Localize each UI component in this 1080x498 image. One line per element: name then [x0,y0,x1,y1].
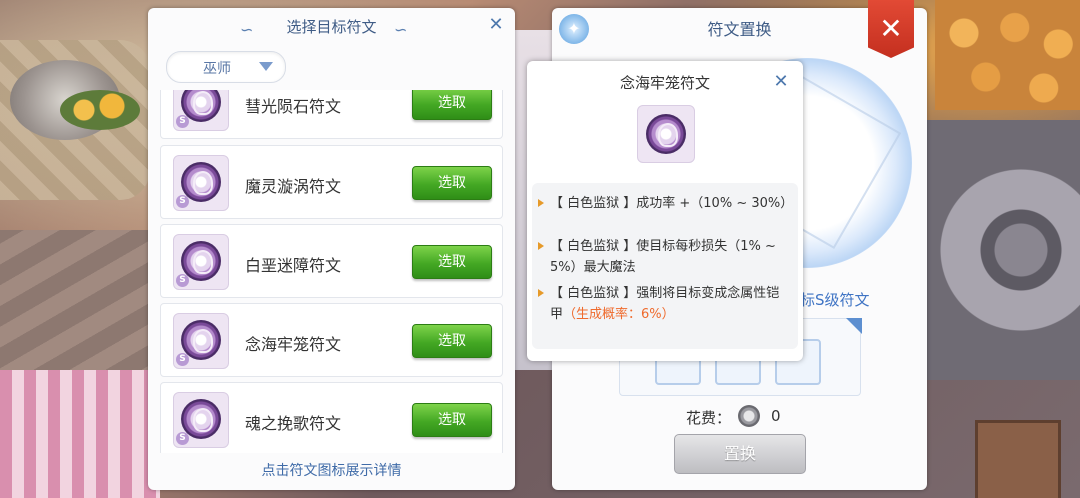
effect-item: 【 白色监狱 】成功率 +（10% ~ 30%） [538,193,793,214]
list-item: S 魔灵漩涡符文 选取 [160,145,503,219]
chance-highlight: （生成概率：6%） [563,307,675,322]
rune-emblem-icon [646,114,686,154]
rune-name: 白垩迷障符文 [245,256,342,275]
striped-awning [0,370,160,498]
close-banner-button[interactable]: ✕ [868,0,914,58]
rune-detail-popup: 念海牢笼符文 ✕ 【 白色监狱 】成功率 +（10% ~ 30%） 【 白色监狱… [527,61,803,361]
target-rune-label: 标S级符文 [800,291,870,309]
rune-icon[interactable]: S [173,313,229,369]
select-button[interactable]: 选取 [412,245,492,279]
select-button[interactable]: 选取 [412,90,492,120]
grade-badge: S [176,274,189,287]
rune-icon[interactable]: S [173,392,229,448]
effect-item: 【 白色监狱 】使目标每秒损失（1% ~ 5%）最大魔法 [538,236,790,278]
grade-badge: S [176,195,189,208]
wooden-crate [975,420,1061,498]
grade-badge: S [176,353,189,366]
close-icon[interactable]: ✕ [771,72,791,92]
rune-icon [637,105,695,163]
rune-name: 念海牢笼符文 [245,335,342,354]
mechanical-gear [925,120,1080,380]
chevron-down-icon [259,62,273,71]
cobblestone-road [0,230,160,380]
select-target-rune-panel: ∽ 选择目标符文 ∽ ✕ 巫师 S 彗光陨石符文 选取 S 魔灵漩涡符文 选取 … [148,8,515,490]
list-item: S 魂之挽歌符文 选取 [160,382,503,453]
panel-title: 选择目标符文 [286,18,377,36]
select-button[interactable]: 选取 [412,166,492,200]
tiled-roof [935,0,1080,110]
rune-name: 彗光陨石符文 [245,97,342,116]
grade-badge: S [176,432,189,445]
footer-hint: 点击符文图标展示详情 [261,463,402,479]
swirl-ornament-icon: ∽ [394,20,408,39]
select-button[interactable]: 选取 [412,324,492,358]
cost-label: 花费： [686,409,732,427]
flower-bed [60,90,140,130]
rune-icon[interactable]: S [173,90,229,131]
cost-value: 0 [771,407,781,425]
effect-list: 【 白色监狱 】成功率 +（10% ~ 30%） 【 白色监狱 】使目标每秒损失… [532,183,798,349]
select-button[interactable]: 选取 [412,403,492,437]
rune-icon[interactable]: S [173,234,229,290]
exchange-button[interactable]: 置换 [674,434,806,474]
list-item: S 念海牢笼符文 选取 [160,303,503,377]
list-item: S 彗光陨石符文 选取 [160,90,503,139]
class-filter-dropdown[interactable]: 巫师 [166,51,286,83]
panel-header: ∽ 选择目标符文 ∽ ✕ [148,8,515,46]
close-icon[interactable]: ✕ [486,15,506,35]
list-item: S 白垩迷障符文 选取 [160,224,503,298]
close-icon: ✕ [879,12,903,45]
rune-name: 魔灵漩涡符文 [245,177,342,196]
rune-icon[interactable]: S [173,155,229,211]
grade-badge: S [176,115,189,128]
rune-list[interactable]: S 彗光陨石符文 选取 S 魔灵漩涡符文 选取 S 白垩迷障符文 选取 S 念海… [160,90,503,453]
corner-marker-icon [846,318,862,334]
popup-title: 念海牢笼符文 [619,74,710,92]
filter-selected-value: 巫师 [203,61,231,77]
rune-name: 魂之挽歌符文 [245,414,342,433]
effect-item: 【 白色监狱 】强制将目标变成念属性铠甲（生成概率：6%） [538,283,790,325]
zeny-coin-icon [738,405,760,427]
